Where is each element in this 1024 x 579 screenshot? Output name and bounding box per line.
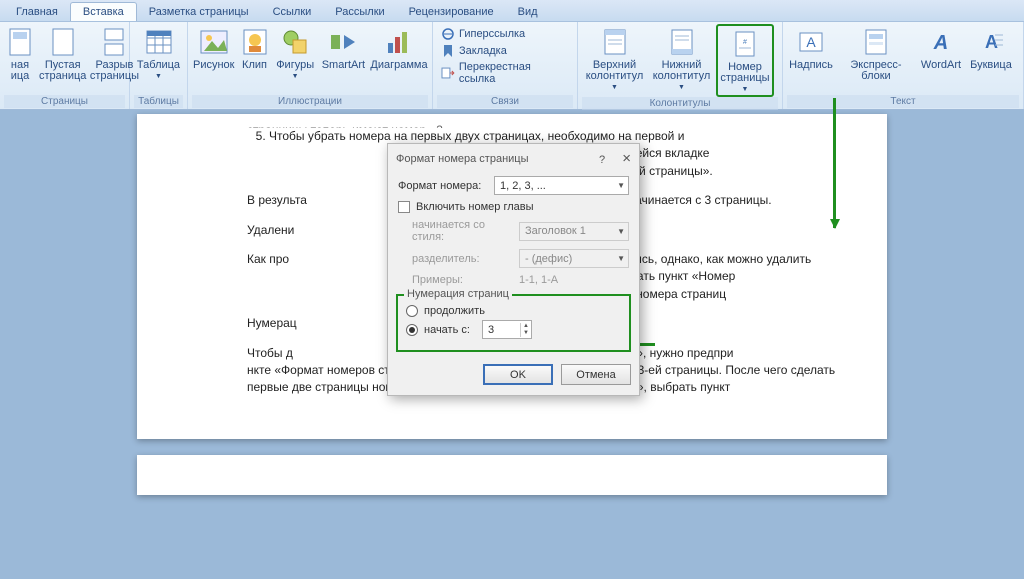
group-pages-label: Страницы [4,95,125,108]
include-chapter-label: Включить номер главы [416,201,534,213]
cover-page-button[interactable]: ная ица [4,24,36,82]
page-numbering-fieldset: Нумерация страниц продолжить начать с: 3… [396,294,631,352]
starts-style-select: Заголовок 1 ▼ [519,222,629,241]
format-label: Формат номера: [398,180,488,192]
chart-button[interactable]: Диаграмма [370,24,428,71]
smartart-button[interactable]: SmartArt [319,24,368,71]
crossref-button[interactable]: Перекрестная ссылка [437,60,573,86]
tab-mailings[interactable]: Рассылки [323,3,396,21]
examples-value: 1-1, 1-A [519,274,558,286]
shapes-button[interactable]: Фигуры ▼ [274,24,317,82]
help-icon[interactable]: ? [599,154,605,166]
table-label: Таблица [137,60,180,71]
ribbon: ная ица Пустая страница Разрыв страницы … [0,22,1024,110]
hyperlink-button[interactable]: Гиперссылка [437,26,573,42]
start-at-radio[interactable] [406,324,418,336]
group-illustrations-label: Иллюстрации [192,95,428,108]
page-number-button[interactable]: # Номер страницы▼ [716,24,774,97]
examples-label: Примеры: [398,274,513,286]
chevron-down-icon: ▼ [155,71,162,82]
spin-down-icon[interactable]: ▼ [520,330,531,337]
ribbon-tabs: Главная Вставка Разметка страницы Ссылки… [0,0,1024,22]
header-button[interactable]: Верхний колонтитул▼ [582,24,647,93]
fieldset-legend: Нумерация страниц [404,288,512,300]
group-headerfooter-label: Колонтитулы [582,97,778,110]
bookmark-button[interactable]: Закладка [437,43,573,59]
blank-page-label: Пустая страница [39,60,86,82]
start-at-value: 3 [488,324,494,336]
cover-page-label: ная ица [5,60,35,82]
tab-insert[interactable]: Вставка [70,2,137,21]
chevron-down-icon: ▼ [617,181,625,190]
blank-page-button[interactable]: Пустая страница [38,24,87,82]
quickparts-button[interactable]: Экспресс-блоки [837,24,915,82]
tab-view[interactable]: Вид [506,3,550,21]
dialog-title: Формат номера страницы [396,153,529,165]
svg-text:#: # [743,39,747,46]
continue-radio[interactable] [406,305,418,317]
svg-text:A: A [933,32,948,54]
tab-home[interactable]: Главная [4,3,70,21]
textbox-button[interactable]: A Надпись [787,24,835,71]
svg-text:A: A [806,34,816,50]
wordart-button[interactable]: A WordArt [917,24,965,71]
start-at-spinner[interactable]: 3 ▲▼ [482,320,532,339]
arrow-to-pagenumber [833,98,836,228]
group-links-label: Связи [437,95,573,108]
spin-up-icon[interactable]: ▲ [520,323,531,330]
cancel-button[interactable]: Отмена [561,364,631,385]
next-page [137,455,887,495]
tab-layout[interactable]: Разметка страницы [137,3,261,21]
page-number-format-dialog: Формат номера страницы ? × Формат номера… [387,143,640,396]
group-text-label: Текст [787,95,1019,108]
separator-label: разделитель: [398,253,513,265]
ok-button[interactable]: OK [483,364,553,385]
tab-review[interactable]: Рецензирование [397,3,506,21]
group-tables-label: Таблицы [134,95,183,108]
picture-button[interactable]: Рисунок [192,24,236,71]
include-chapter-checkbox[interactable] [398,201,410,213]
close-icon[interactable]: × [622,150,631,167]
separator-select: - (дефис) ▼ [519,249,629,268]
tab-references[interactable]: Ссылки [261,3,324,21]
clip-button[interactable]: Клип [238,24,272,71]
footer-button[interactable]: Нижний колонтитул▼ [649,24,714,93]
starts-style-label: начинается со стиля: [398,219,513,243]
table-button[interactable]: Таблица ▼ [134,24,183,82]
dropcap-button[interactable]: A Буквица [967,24,1015,71]
number-format-select[interactable]: 1, 2, 3, ... ▼ [494,176,629,195]
